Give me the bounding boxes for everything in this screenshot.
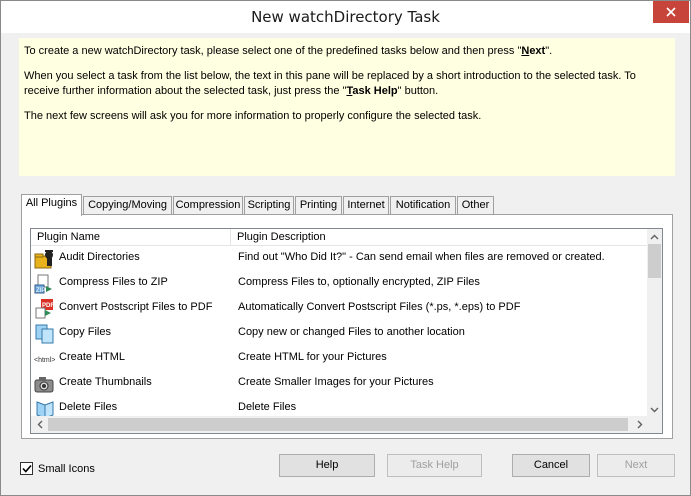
plugin-name: Copy Files <box>59 326 111 338</box>
plugin-list[interactable]: Plugin Name Plugin Description Audit Dir… <box>30 228 663 434</box>
close-button[interactable] <box>653 1 689 23</box>
scrollbar-corner <box>647 416 662 433</box>
plugin-description: Compress Files to, optionally encrypted,… <box>238 276 480 288</box>
tab-other[interactable]: Other <box>457 196 494 215</box>
svg-text:ZIP: ZIP <box>36 288 45 294</box>
vertical-scrollbar[interactable] <box>647 229 662 417</box>
scroll-down-button[interactable] <box>647 402 662 417</box>
close-icon <box>666 7 676 17</box>
new-task-dialog: New watchDirectory Task To create a new … <box>0 0 691 496</box>
chevron-down-icon <box>650 407 659 412</box>
plugin-name: Create HTML <box>59 351 126 363</box>
list-item[interactable]: PDF Convert Postscript Files to PDF Auto… <box>31 296 648 321</box>
checkmark-icon <box>21 464 32 473</box>
intro-pane: To create a new watchDirectory task, ple… <box>19 38 675 176</box>
plugin-description: Find out "Who Did It?" - Can send email … <box>238 251 605 263</box>
plugin-description: Create HTML for your Pictures <box>238 351 387 363</box>
vertical-scroll-thumb[interactable] <box>648 244 661 278</box>
copy-files-icon <box>34 323 56 345</box>
tab-scripting[interactable]: Scripting <box>244 196 294 215</box>
plugin-description: Copy new or changed Files to another loc… <box>238 326 465 338</box>
plugin-name: Delete Files <box>59 401 118 413</box>
window-title: New watchDirectory Task <box>251 8 440 26</box>
tab-all-plugins[interactable]: All Plugins <box>21 194 82 216</box>
small-icons-checkbox[interactable] <box>20 462 33 475</box>
chevron-left-icon <box>37 420 42 429</box>
html-icon: <html> <box>34 348 56 370</box>
plugin-description: Create Smaller Images for your Pictures <box>238 376 434 388</box>
tab-copying-moving[interactable]: Copying/Moving <box>83 196 172 215</box>
intro-paragraph-1: To create a new watchDirectory task, ple… <box>24 45 553 57</box>
list-item[interactable]: Create Thumbnails Create Smaller Images … <box>31 371 648 396</box>
zip-icon: ZIP <box>34 273 56 295</box>
next-button[interactable]: Next <box>597 454 675 477</box>
column-header-plugin-name[interactable]: Plugin Name <box>31 229 231 246</box>
tab-internet[interactable]: Internet <box>343 196 389 215</box>
audit-icon <box>34 248 56 270</box>
plugin-name: Compress Files to ZIP <box>59 276 168 288</box>
scroll-left-button[interactable] <box>31 416 48 433</box>
small-icons-label: Small Icons <box>38 462 95 475</box>
chevron-up-icon <box>650 234 659 239</box>
plugin-description: Automatically Convert Postscript Files (… <box>238 301 521 313</box>
list-item[interactable]: ZIP Compress Files to ZIP Compress Files… <box>31 271 648 296</box>
list-item[interactable]: Audit Directories Find out "Who Did It?"… <box>31 246 648 271</box>
small-icons-option[interactable]: Small Icons <box>20 462 95 475</box>
camera-icon <box>34 373 56 395</box>
list-item[interactable]: <html> Create HTML Create HTML for your … <box>31 346 648 371</box>
list-header: Plugin Name Plugin Description <box>31 229 648 246</box>
tab-notification[interactable]: Notification <box>390 196 456 215</box>
pdf-icon: PDF <box>34 298 56 320</box>
list-item[interactable]: Copy Files Copy new or changed Files to … <box>31 321 648 346</box>
plugin-name: Convert Postscript Files to PDF <box>59 301 213 313</box>
scroll-right-button[interactable] <box>631 416 648 433</box>
chevron-right-icon <box>637 420 642 429</box>
intro-paragraph-2: When you select a task from the list bel… <box>24 70 636 97</box>
tab-printing[interactable]: Printing <box>295 196 342 215</box>
plugin-name: Audit Directories <box>59 251 140 263</box>
svg-text:<html>: <html> <box>34 357 55 364</box>
list-rows: Audit Directories Find out "Who Did It?"… <box>31 246 648 421</box>
intro-paragraph-3: The next few screens will ask you for mo… <box>24 110 482 122</box>
plugin-description: Delete Files <box>238 401 297 413</box>
tab-compression[interactable]: Compression <box>173 196 243 215</box>
horizontal-scrollbar[interactable] <box>31 416 648 433</box>
tab-panel: Plugin Name Plugin Description Audit Dir… <box>21 214 673 439</box>
plugin-name: Create Thumbnails <box>59 376 152 388</box>
task-help-button[interactable]: Task Help <box>387 454 482 477</box>
title-bar: New watchDirectory Task <box>1 1 690 33</box>
horizontal-scroll-thumb[interactable] <box>48 418 628 431</box>
help-button[interactable]: Help <box>279 454 375 477</box>
column-header-plugin-description[interactable]: Plugin Description <box>231 229 648 246</box>
cancel-button[interactable]: Cancel <box>512 454 590 477</box>
scroll-up-button[interactable] <box>647 229 662 244</box>
